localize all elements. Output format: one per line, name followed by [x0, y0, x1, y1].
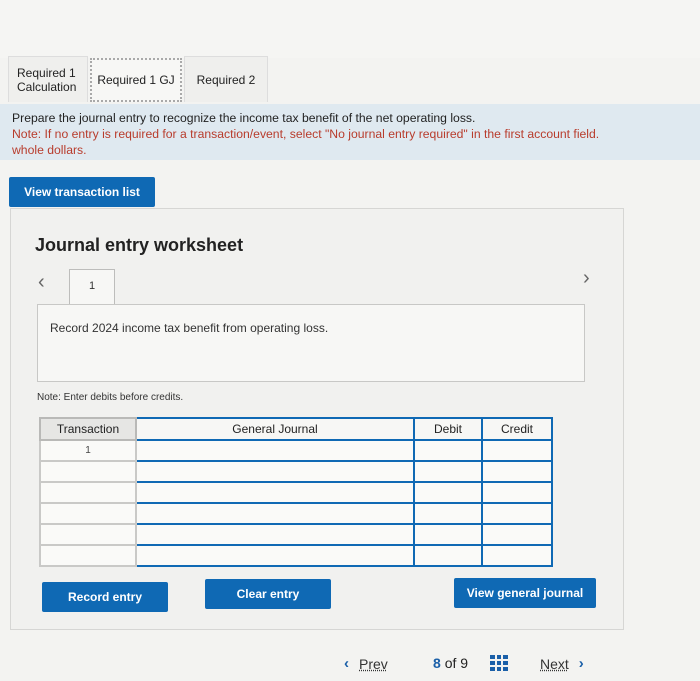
account-field[interactable] — [135, 502, 415, 525]
prev-button[interactable]: ‹ Prev — [344, 655, 388, 672]
table-row — [39, 481, 553, 504]
transaction-cell — [39, 544, 137, 567]
table-row: 1 — [39, 439, 553, 462]
instructions-panel: Prepare the journal entry to recognize t… — [0, 104, 700, 160]
account-field[interactable] — [135, 439, 415, 462]
chevron-left-icon: ‹ — [344, 655, 349, 672]
credit-field[interactable] — [481, 460, 553, 483]
credit-field[interactable] — [481, 523, 553, 546]
debit-field[interactable] — [413, 439, 483, 462]
prev-label: Prev — [359, 655, 388, 672]
tab-bar: Required 1 Calculation Required 1 GJ Req… — [0, 54, 700, 104]
tab-label-line2: Calculation — [17, 79, 77, 94]
header-general-journal: General Journal — [135, 417, 415, 441]
transaction-cell — [39, 460, 137, 483]
chevron-right-icon[interactable]: › — [583, 267, 590, 290]
table-header-row: Transaction General Journal Debit Credit — [39, 417, 553, 441]
view-transaction-list-button[interactable]: View transaction list — [9, 177, 155, 207]
account-field[interactable] — [135, 544, 415, 567]
table-row — [39, 544, 553, 567]
debits-note: Note: Enter debits before credits. — [37, 392, 184, 403]
next-button[interactable]: Next › — [540, 655, 584, 672]
transaction-cell — [39, 481, 137, 504]
credit-field[interactable] — [481, 481, 553, 504]
instruction-text: Prepare the journal entry to recognize t… — [12, 111, 476, 125]
journal-table: Transaction General Journal Debit Credit… — [39, 417, 553, 567]
header-debit: Debit — [413, 417, 483, 441]
journal-entry-worksheet: Journal entry worksheet ‹ 1 › Record 202… — [10, 208, 624, 630]
table-row — [39, 460, 553, 483]
worksheet-title: Journal entry worksheet — [35, 235, 244, 255]
transaction-cell — [39, 502, 137, 525]
debit-field[interactable] — [413, 460, 483, 483]
table-row — [39, 523, 553, 546]
debit-field[interactable] — [413, 523, 483, 546]
credit-field[interactable] — [481, 502, 553, 525]
pagination: ‹ Prev 8 of 9 Next › — [0, 652, 700, 676]
header-credit: Credit — [481, 417, 553, 441]
grid-icon[interactable] — [490, 655, 508, 671]
clear-entry-button[interactable]: Clear entry — [205, 579, 331, 609]
tab-label: Required 2 — [196, 72, 256, 87]
account-field[interactable] — [135, 481, 415, 504]
tab-required-1-calculation[interactable]: Required 1 Calculation — [8, 56, 88, 102]
table-row — [39, 502, 553, 525]
credit-field[interactable] — [481, 544, 553, 567]
instruction-note-cont: whole dollars. — [12, 143, 87, 157]
credit-field[interactable] — [481, 439, 553, 462]
entry-tab[interactable]: 1 — [69, 269, 115, 305]
account-field[interactable] — [135, 523, 415, 546]
tab-required-2[interactable]: Required 2 — [184, 56, 268, 102]
page-indicator: 8 of 9 — [433, 655, 468, 671]
debit-field[interactable] — [413, 481, 483, 504]
tab-label: Required 1 GJ — [97, 73, 175, 87]
page-total: of 9 — [444, 655, 469, 671]
tab-required-1-gj[interactable]: Required 1 GJ — [90, 58, 182, 102]
instruction-note: Note: If no entry is required for a tran… — [12, 127, 600, 141]
top-area — [0, 0, 700, 58]
transaction-cell: 1 — [39, 439, 137, 462]
transaction-cell — [39, 523, 137, 546]
current-page: 8 — [433, 655, 441, 671]
next-label: Next — [540, 655, 569, 672]
tab-label-line1: Required 1 — [17, 65, 76, 80]
entry-description: Record 2024 income tax benefit from oper… — [37, 304, 585, 382]
record-entry-button[interactable]: Record entry — [42, 582, 168, 612]
view-general-journal-button[interactable]: View general journal — [454, 578, 596, 608]
debit-field[interactable] — [413, 502, 483, 525]
header-transaction: Transaction — [39, 417, 137, 441]
account-field[interactable] — [135, 460, 415, 483]
debit-field[interactable] — [413, 544, 483, 567]
chevron-right-icon: › — [578, 655, 584, 672]
chevron-left-icon[interactable]: ‹ — [38, 271, 45, 294]
